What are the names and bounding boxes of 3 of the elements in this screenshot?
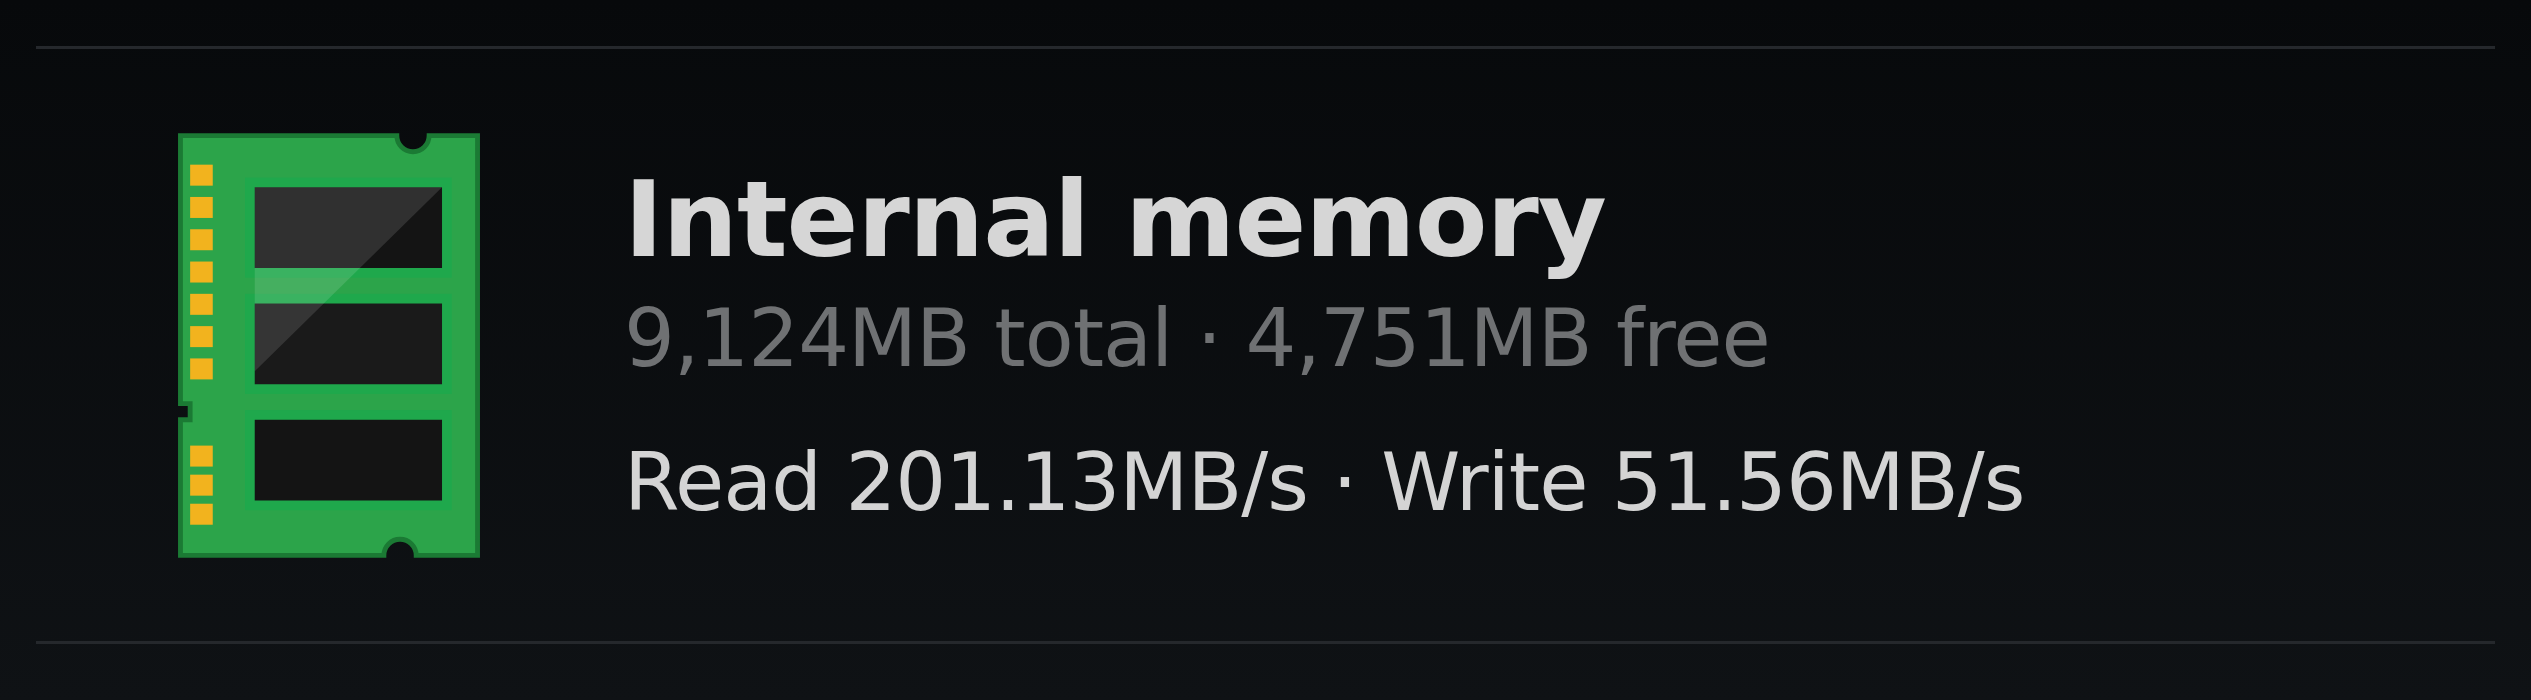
- storage-summary: 9,124MB total · 4,751MB free: [624, 290, 1771, 387]
- speed-reading: Read 201.13MB/s · Write 51.56MB/s: [624, 434, 2025, 531]
- item-title: Internal memory: [624, 159, 1607, 281]
